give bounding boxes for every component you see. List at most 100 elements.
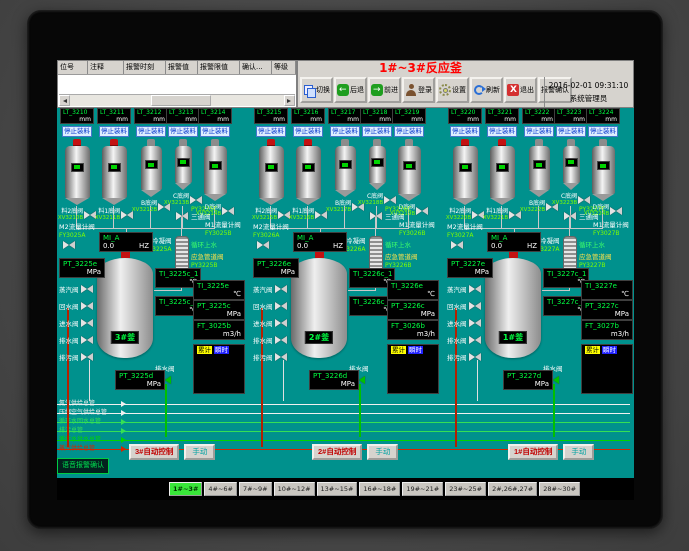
totalizer-mode-instant[interactable]: 瞬时 [214,346,229,354]
reactor-side-valve[interactable]: 进水阀 [59,318,93,328]
totalizer-mode-total[interactable]: 累计 [197,346,212,354]
charge-status-label[interactable]: 停止装料 [394,126,424,137]
totalizer-mode-instant[interactable]: 瞬时 [602,346,617,354]
reactor-side-valve[interactable]: 排污阀 [447,352,481,362]
three-way-valve-name: 三通阀 [385,213,405,221]
charge-status-label[interactable]: 停止装料 [200,126,230,137]
m2-flow-valve-icon[interactable] [451,241,463,249]
charge-status-label[interactable]: 停止装料 [62,126,92,137]
reactor-side-valve[interactable]: 回水阀 [447,301,481,311]
reactor-side-valve[interactable]: 进水阀 [253,318,287,328]
reactor-side-valve[interactable]: 排污阀 [59,352,93,362]
valve-icon[interactable] [222,207,234,215]
voice-alarm-ack-button[interactable]: 语音报警确认 [57,458,109,474]
reactor-side-valve[interactable]: 排水阀 [447,335,481,345]
reactor-side-valve[interactable]: 回水阀 [59,301,93,311]
scrollbar-thumb[interactable] [151,95,211,106]
toolbar-button[interactable]: 退出 [504,77,537,103]
valve-icon[interactable] [275,336,287,344]
reactor-page-tab[interactable]: 23#~25# [445,482,486,496]
reactor-page-tab[interactable]: 2#,26#,27# [488,482,537,496]
charge-status-label[interactable]: 停止装料 [524,126,554,137]
tank-cone [65,198,89,205]
valve-icon[interactable] [81,353,93,361]
scroll-left-icon[interactable] [59,95,70,106]
auto-control-button[interactable]: 2#自动控制 [312,444,362,460]
toolbar-button-label: 登录 [418,85,432,95]
valve-icon[interactable] [469,285,481,293]
valve-icon[interactable] [416,207,428,215]
tank-bottom-valve[interactable]: 料2底阀 XV3220B [446,208,484,222]
reactor-groups: LT_3210 mm 停止装料 料2底阀 XV3210B LT_3211 mm … [57,108,634,478]
m2-flow-valve-icon[interactable] [63,241,75,249]
valve-icon[interactable] [275,319,287,327]
auto-control-button[interactable]: 3#自动控制 [129,444,179,460]
charge-status-label[interactable]: 停止装料 [168,126,198,137]
tank-bottom-valve[interactable]: 料2底阀 XV3215B [252,208,290,222]
toolbar-button[interactable]: 切换 [300,77,333,103]
manual-mode-button[interactable]: 手动 [184,444,215,460]
reactor-page-tab[interactable]: 13#~15# [317,482,358,496]
reactor-page-tab[interactable]: 4#~6# [204,482,237,496]
charge-status-label[interactable]: 停止装料 [99,126,129,137]
m2-flow-valve-icon[interactable] [257,241,269,249]
tank-bottom-valve[interactable]: 料1底阀 XV3221B [483,208,521,222]
reactor-page-tab[interactable]: 1#~3# [169,482,202,496]
valve-icon[interactable] [469,336,481,344]
reactor-side-valve[interactable]: 回水阀 [253,301,287,311]
reactor-side-valve[interactable]: 蒸汽阀 [253,284,287,294]
reactor-page-tab[interactable]: 16#~18# [359,482,400,496]
valve-icon[interactable] [469,302,481,310]
totalizer-mode-instant[interactable]: 瞬时 [408,346,423,354]
valve-icon[interactable] [469,353,481,361]
toolbar-button[interactable]: 后退 [334,77,367,103]
valve-icon[interactable] [275,353,287,361]
charge-status-label[interactable]: 停止装料 [588,126,618,137]
charge-status-label[interactable]: 停止装料 [556,126,586,137]
three-way-valve-icon[interactable] [176,212,188,220]
tank-bottom-valve[interactable]: 料2底阀 XV3210B [58,208,96,222]
valve-icon[interactable] [81,319,93,327]
toolbar-button[interactable]: 设置 [436,77,469,103]
valve-icon[interactable] [610,207,622,215]
level-unit: mm [331,116,359,123]
charge-status-label[interactable]: 停止装料 [330,126,360,137]
reactor-page-tab[interactable]: 28#~30# [539,482,580,496]
toolbar-button[interactable]: 前进 [368,77,401,103]
manual-mode-button[interactable]: 手动 [563,444,594,460]
valve-icon[interactable] [275,302,287,310]
reactor-page-tab[interactable]: 10#~12# [274,482,315,496]
alarm-table-scrollbar[interactable] [59,94,295,106]
charge-status-label[interactable]: 停止装料 [293,126,323,137]
toolbar-button[interactable]: 登录 [402,77,435,103]
reactor-side-valve[interactable]: 进水阀 [447,318,481,328]
reactor-side-valve[interactable]: 排水阀 [253,335,287,345]
manual-mode-button[interactable]: 手动 [367,444,398,460]
valve-icon[interactable] [275,285,287,293]
totalizer-mode-total[interactable]: 累计 [585,346,600,354]
charge-status-label[interactable]: 停止装料 [450,126,480,137]
charge-status-label[interactable]: 停止装料 [487,126,517,137]
reactor-side-valve[interactable]: 蒸汽阀 [447,284,481,294]
tank-bottom-valve[interactable]: 料1底阀 XV3211B [95,208,133,222]
reactor-page-tab[interactable]: 19#~21# [402,482,443,496]
three-way-valve-icon[interactable] [564,212,576,220]
tank-bottom-valve[interactable]: 料1底阀 XV3216B [289,208,327,222]
charge-status-label[interactable]: 停止装料 [256,126,286,137]
valve-icon[interactable] [81,336,93,344]
valve-icon[interactable] [81,285,93,293]
totalizer-mode-total[interactable]: 累计 [391,346,406,354]
scroll-right-icon[interactable] [284,95,295,106]
charge-status-label[interactable]: 停止装料 [136,126,166,137]
reactor-side-valve[interactable]: 蒸汽阀 [59,284,93,294]
reactor-page-tab[interactable]: 7#~9# [239,482,272,496]
valve-icon[interactable] [81,302,93,310]
toolbar-button[interactable]: 刷新 [470,77,503,103]
valve-icon[interactable] [469,319,481,327]
three-way-valve-icon[interactable] [370,212,382,220]
charge-status-label[interactable]: 停止装料 [362,126,392,137]
water-riser-pipe [165,384,167,437]
auto-control-button[interactable]: 1#自动控制 [508,444,558,460]
reactor-side-valve[interactable]: 排水阀 [59,335,93,345]
reactor-side-valve[interactable]: 排污阀 [253,352,287,362]
